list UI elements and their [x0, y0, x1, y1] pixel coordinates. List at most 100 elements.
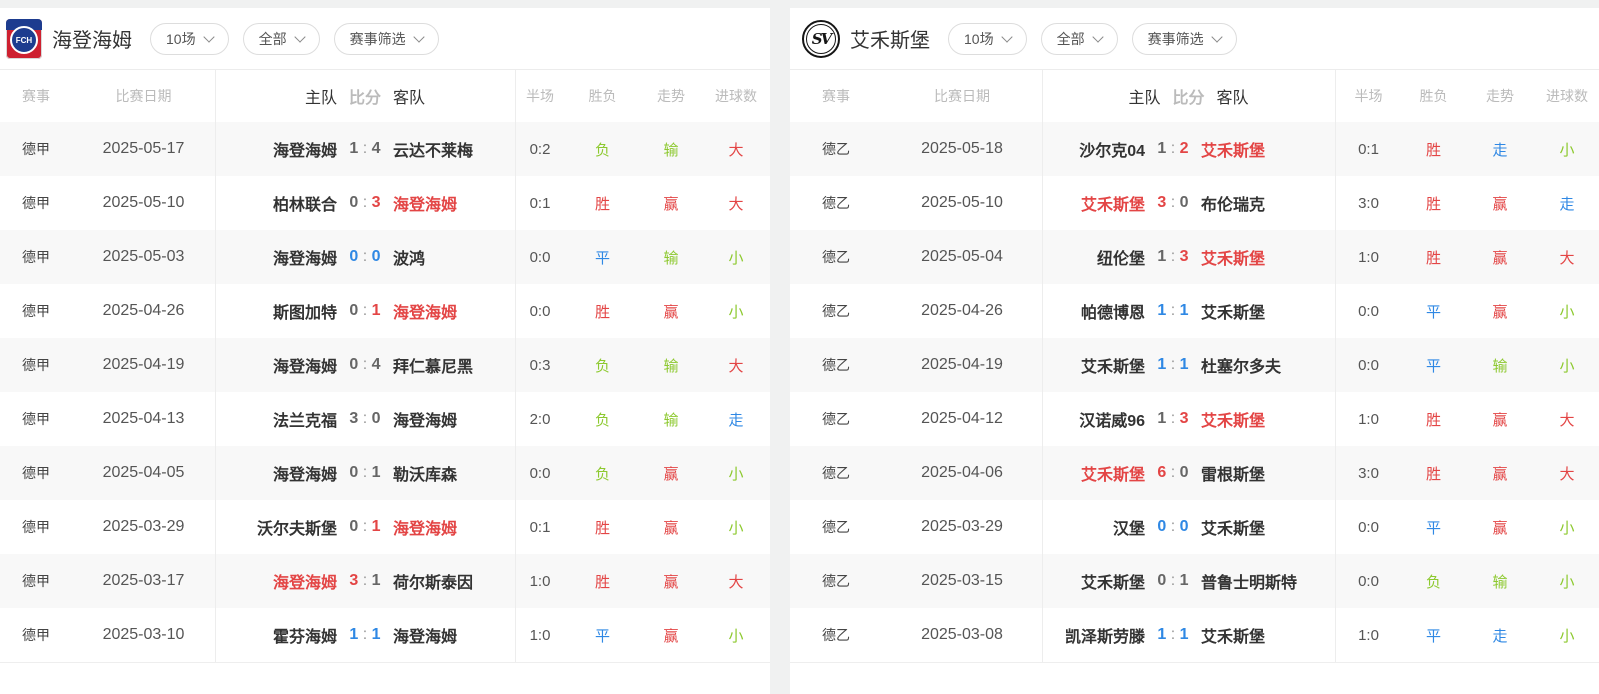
heidenheim-club-logo-icon: FCH	[6, 19, 42, 59]
match-cell: 汉诺威96 1 : 3 艾禾斯堡	[1042, 407, 1335, 431]
handicap-trend-cell: 赢	[1465, 301, 1535, 322]
matches-count-dropdown[interactable]: 10场	[948, 23, 1027, 55]
table-row[interactable]: 德甲 2025-04-13 法兰克福 3 : 0 海登海姆 2:0 负 输 走	[0, 392, 770, 446]
table-row[interactable]: 德乙 2025-04-26 帕德博恩 1 : 1 艾禾斯堡 0:0 平 赢 小	[790, 284, 1599, 338]
home-score: 0	[349, 356, 358, 373]
away-team-name: 艾禾斯堡	[1201, 299, 1335, 323]
away-score: 1	[1180, 572, 1189, 589]
table-row[interactable]: 德乙 2025-05-18 沙尔克04 1 : 2 艾禾斯堡 0:1 胜 走 小	[790, 122, 1599, 176]
match-rows: 德乙 2025-05-18 沙尔克04 1 : 2 艾禾斯堡 0:1 胜 走 小…	[790, 122, 1599, 663]
column-header-date: 比赛日期	[72, 86, 215, 106]
table-row[interactable]: 德甲 2025-04-05 海登海姆 0 : 1 勒沃库森 0:0 负 赢 小	[0, 446, 770, 500]
handicap-trend-cell: 赢	[640, 193, 702, 214]
home-team-name: 海登海姆	[215, 137, 337, 161]
home-team-name: 沃尔夫斯堡	[215, 515, 337, 539]
venue-filter-dropdown[interactable]: 全部	[243, 23, 320, 55]
score-cell: 6 : 0	[1145, 464, 1201, 482]
away-team-name: 拜仁慕尼黑	[393, 353, 515, 377]
league-cell: 德乙	[790, 355, 882, 375]
home-score: 1	[349, 140, 358, 157]
elversberg-club-logo-icon: SV	[802, 20, 840, 58]
column-header-home: 主队	[1042, 84, 1161, 108]
column-header-result: 胜负	[1402, 86, 1465, 106]
away-team-name: 海登海姆	[393, 407, 515, 431]
table-row[interactable]: 德乙 2025-03-08 凯泽斯劳滕 1 : 1 艾禾斯堡 1:0 平 走 小	[790, 608, 1599, 662]
home-score: 0	[349, 464, 358, 481]
away-score: 0	[1180, 518, 1189, 535]
table-row[interactable]: 德甲 2025-03-17 海登海姆 3 : 1 荷尔斯泰因 1:0 胜 赢 大	[0, 554, 770, 608]
score-colon: :	[358, 248, 371, 265]
match-cell: 斯图加特 0 : 1 海登海姆	[215, 299, 515, 323]
match-date-cell: 2025-03-29	[72, 518, 215, 536]
match-cell: 艾禾斯堡 0 : 1 普鲁士明斯特	[1042, 569, 1335, 593]
table-row[interactable]: 德乙 2025-03-29 汉堡 0 : 0 艾禾斯堡 0:0 平 赢 小	[790, 500, 1599, 554]
table-row[interactable]: 德乙 2025-04-12 汉诺威96 1 : 3 艾禾斯堡 1:0 胜 赢 大	[790, 392, 1599, 446]
chevron-down-icon	[294, 31, 305, 42]
league-cell: 德乙	[790, 301, 882, 321]
away-score: 1	[1180, 626, 1189, 643]
table-row[interactable]: 德甲 2025-03-29 沃尔夫斯堡 0 : 1 海登海姆 0:1 胜 赢 小	[0, 500, 770, 554]
dropdown-label: 10场	[166, 29, 196, 49]
away-score: 4	[372, 140, 381, 157]
venue-filter-dropdown[interactable]: 全部	[1041, 23, 1118, 55]
away-score: 3	[1180, 410, 1189, 427]
halftime-score-cell: 0:2	[515, 141, 565, 158]
win-loss-cell: 胜	[565, 301, 640, 322]
away-score: 4	[372, 356, 381, 373]
handicap-trend-cell: 赢	[1465, 517, 1535, 538]
competition-filter-dropdown[interactable]: 赛事筛选	[334, 23, 439, 55]
table-row[interactable]: 德乙 2025-05-04 纽伦堡 1 : 3 艾禾斯堡 1:0 胜 赢 大	[790, 230, 1599, 284]
table-row[interactable]: 德甲 2025-05-10 柏林联合 0 : 3 海登海姆 0:1 胜 赢 大	[0, 176, 770, 230]
home-score: 0	[1157, 518, 1166, 535]
score-cell: 0 : 0	[1145, 518, 1201, 536]
away-team-name: 海登海姆	[393, 515, 515, 539]
win-loss-cell: 负	[565, 463, 640, 484]
home-score: 0	[349, 302, 358, 319]
away-score: 1	[372, 518, 381, 535]
chevron-down-icon	[1001, 31, 1012, 42]
table-row[interactable]: 德甲 2025-05-03 海登海姆 0 : 0 波鸿 0:0 平 输 小	[0, 230, 770, 284]
away-team-name: 勒沃库森	[393, 461, 515, 485]
table-row[interactable]: 德甲 2025-03-10 霍芬海姆 1 : 1 海登海姆 1:0 平 赢 小	[0, 608, 770, 662]
table-row[interactable]: 德乙 2025-03-15 艾禾斯堡 0 : 1 普鲁士明斯特 0:0 负 输 …	[790, 554, 1599, 608]
match-date-cell: 2025-05-03	[72, 248, 215, 266]
competition-filter-dropdown[interactable]: 赛事筛选	[1132, 23, 1237, 55]
score-cell: 0 : 3	[337, 194, 393, 212]
table-row[interactable]: 德甲 2025-04-19 海登海姆 0 : 4 拜仁慕尼黑 0:3 负 输 大	[0, 338, 770, 392]
handicap-trend-cell: 赢	[640, 625, 702, 646]
handicap-trend-cell: 赢	[1465, 409, 1535, 430]
league-cell: 德乙	[790, 625, 882, 645]
home-score: 3	[349, 410, 358, 427]
away-score: 3	[372, 194, 381, 211]
column-header-league: 赛事	[790, 86, 882, 106]
match-date-cell: 2025-03-08	[882, 626, 1042, 644]
column-header-date: 比赛日期	[882, 86, 1042, 106]
goals-over-under-cell: 大	[702, 571, 770, 592]
match-date-cell: 2025-04-26	[882, 302, 1042, 320]
league-cell: 德甲	[0, 139, 72, 159]
league-cell: 德乙	[790, 193, 882, 213]
score-colon: :	[1166, 302, 1179, 319]
away-score: 1	[372, 626, 381, 643]
table-row[interactable]: 德甲 2025-04-26 斯图加特 0 : 1 海登海姆 0:0 胜 赢 小	[0, 284, 770, 338]
table-row[interactable]: 德乙 2025-04-19 艾禾斯堡 1 : 1 杜塞尔多夫 0:0 平 输 小	[790, 338, 1599, 392]
score-cell: 0 : 1	[337, 302, 393, 320]
match-date-cell: 2025-04-26	[72, 302, 215, 320]
score-cell: 1 : 1	[1145, 626, 1201, 644]
score-colon: :	[358, 626, 371, 643]
team-history-panel-left: FCH 海登海姆 10场 全部 赛事筛选 赛事 比赛日期 主队 比分 客队 半场	[0, 8, 770, 694]
table-row[interactable]: 德甲 2025-05-17 海登海姆 1 : 4 云达不莱梅 0:2 负 输 大	[0, 122, 770, 176]
matches-count-dropdown[interactable]: 10场	[150, 23, 229, 55]
halftime-score-cell: 3:0	[1335, 465, 1402, 482]
table-row[interactable]: 德乙 2025-05-10 艾禾斯堡 3 : 0 布伦瑞克 3:0 胜 赢 走	[790, 176, 1599, 230]
goals-over-under-cell: 小	[702, 517, 770, 538]
table-row[interactable]: 德乙 2025-04-06 艾禾斯堡 6 : 0 雷根斯堡 3:0 胜 赢 大	[790, 446, 1599, 500]
column-header-league: 赛事	[0, 86, 72, 106]
win-loss-cell: 平	[1402, 517, 1465, 538]
team-name-title: 海登海姆	[52, 24, 132, 53]
home-team-name: 艾禾斯堡	[1042, 353, 1145, 377]
goals-over-under-cell: 大	[702, 139, 770, 160]
league-cell: 德甲	[0, 517, 72, 537]
match-date-cell: 2025-05-17	[72, 140, 215, 158]
score-colon: :	[1166, 248, 1179, 265]
